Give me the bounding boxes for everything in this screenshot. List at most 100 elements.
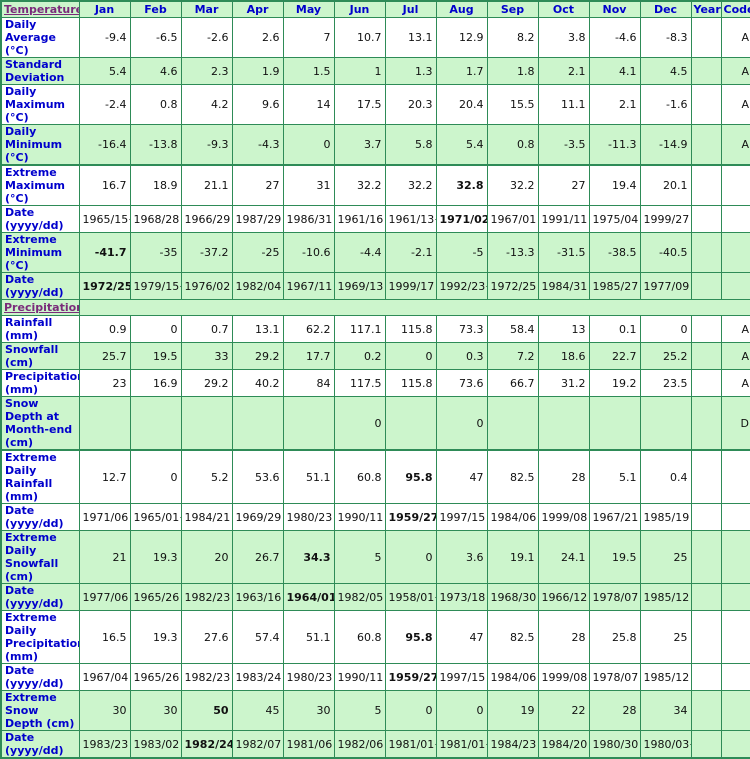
cell-rainfall-nov: 0.1 [588,315,641,343]
cell-extreme-snow-depth-date-oct: 1984/20 [537,730,590,759]
cell-standard-deviation-jul: 1.3 [384,57,437,85]
cell-extreme-daily-precipitation-jan: 16.5 [78,610,131,664]
section-title-text: Precipitation [4,301,79,314]
cell-extreme-daily-rainfall-date-feb: 1965/01+ [129,503,182,531]
cell-rainfall-aug: 73.3 [435,315,488,343]
cell-extreme-daily-snowfall-date-aug: 1973/18 [435,583,488,611]
table-row: Date (yyyy/dd)1965/15+1968/281966/291987… [0,205,750,233]
cell-extreme-daily-snowfall-date-sep: 1968/30 [486,583,539,611]
cell-snow-depth-month-end-jul [384,396,437,451]
cell-extreme-maximum-date-dec: 1999/27 [639,205,692,233]
cell-extreme-daily-rainfall-mar: 5.2 [180,449,233,504]
cell-standard-deviation-sep: 1.8 [486,57,539,85]
cell-daily-maximum-sep: 15.5 [486,84,539,125]
cell-extreme-daily-rainfall-date-year [690,503,722,531]
cell-extreme-daily-rainfall-date-sep: 1984/06 [486,503,539,531]
cell-extreme-minimum-date-may: 1967/11 [282,272,335,300]
column-header-nov[interactable]: Nov [588,0,641,18]
cell-extreme-daily-snowfall-date-may: 1964/01 [282,583,335,611]
column-header-apr[interactable]: Apr [231,0,284,18]
column-header-jun[interactable]: Jun [333,0,386,18]
cell-extreme-maximum-jun: 32.2 [333,164,386,206]
cell-standard-deviation-dec: 4.5 [639,57,692,85]
section-strip-precipitation [78,299,750,316]
column-header-may[interactable]: May [282,0,335,18]
cell-extreme-daily-precipitation-date-feb: 1965/26 [129,663,182,691]
cell-precipitation-apr: 40.2 [231,369,284,397]
cell-extreme-minimum-dec: -40.5 [639,232,692,273]
cell-extreme-snow-depth-code [720,690,750,731]
row-label-extreme-minimum: Extreme Minimum (°C) [0,232,80,273]
column-header-feb[interactable]: Feb [129,0,182,18]
cell-extreme-maximum-date-year [690,205,722,233]
cell-extreme-daily-snowfall-code [720,530,750,584]
cell-snowfall-jul: 0 [384,342,437,370]
column-header-mar[interactable]: Mar [180,0,233,18]
cell-extreme-daily-rainfall-date-jun: 1990/11 [333,503,386,531]
cell-precipitation-nov: 19.2 [588,369,641,397]
table-row: Rainfall (mm) 0.9 0 0.7 13.1 62.2 117.1 115.8 73… [0,315,750,343]
table-row: Extreme Minimum (°C) -41.7 -35 -37.2 -25 -10.… [0,232,750,273]
row-label-extreme-daily-rainfall: Extreme Daily Rainfall (mm) [0,449,80,504]
cell-standard-deviation-jan: 5.4 [78,57,131,85]
cell-standard-deviation-may: 1.5 [282,57,335,85]
cell-extreme-maximum-sep: 32.2 [486,164,539,206]
cell-extreme-daily-snowfall-date-dec: 1985/12 [639,583,692,611]
cell-extreme-daily-snowfall-mar: 20 [180,530,233,584]
column-header-year[interactable]: Year [690,0,722,18]
cell-extreme-minimum-date-code [720,272,750,300]
cell-extreme-daily-rainfall-aug: 47 [435,449,488,504]
cell-extreme-maximum-may: 31 [282,164,335,206]
cell-snow-depth-month-end-code: D [720,396,750,451]
cell-daily-minimum-feb: -13.8 [129,124,182,166]
cell-extreme-daily-precipitation-dec: 25 [639,610,692,664]
cell-daily-maximum-oct: 11.1 [537,84,590,125]
cell-daily-average-oct: 3.8 [537,17,590,58]
cell-extreme-maximum-jan: 16.7 [78,164,131,206]
cell-precipitation-mar: 29.2 [180,369,233,397]
cell-extreme-daily-precipitation-nov: 25.8 [588,610,641,664]
cell-daily-average-may: 7 [282,17,335,58]
row-label-daily-average: Daily Average (°C) [0,17,80,58]
cell-standard-deviation-nov: 4.1 [588,57,641,85]
table-row: Daily Maximum (°C) -2.4 0.8 4.2 9.6 14 17.5 20.… [0,84,750,125]
table-row: Extreme Daily Rainfall (mm) 12.7 0 5.2 53.6 5… [0,449,750,504]
cell-extreme-daily-precipitation-apr: 57.4 [231,610,284,664]
cell-daily-maximum-code: A [720,84,750,125]
column-header-aug[interactable]: Aug [435,0,488,18]
column-header-sep[interactable]: Sep [486,0,539,18]
cell-rainfall-feb: 0 [129,315,182,343]
cell-extreme-daily-snowfall-nov: 19.5 [588,530,641,584]
cell-precipitation-sep: 66.7 [486,369,539,397]
column-header-jul[interactable]: Jul [384,0,437,18]
cell-extreme-daily-snowfall-date-oct: 1966/12 [537,583,590,611]
cell-daily-maximum-nov: 2.1 [588,84,641,125]
table-row: Standard Deviation 5.4 4.6 2.3 1.9 1.5 1 1.3 1.7… [0,57,750,85]
cell-extreme-daily-rainfall-date-mar: 1984/21 [180,503,233,531]
cell-rainfall-jun: 117.1 [333,315,386,343]
cell-extreme-daily-rainfall-date-code [720,503,750,531]
cell-extreme-maximum-date-may: 1986/31 [282,205,335,233]
row-label-standard-deviation: Standard Deviation [0,57,80,85]
cell-extreme-daily-snowfall-jun: 5 [333,530,386,584]
cell-extreme-snow-depth-jun: 5 [333,690,386,731]
column-header-dec[interactable]: Dec [639,0,692,18]
cell-extreme-daily-precipitation-jun: 60.8 [333,610,386,664]
cell-extreme-maximum-mar: 21.1 [180,164,233,206]
column-header-oct[interactable]: Oct [537,0,590,18]
column-header-jan[interactable]: Jan [78,0,131,18]
cell-daily-maximum-apr: 9.6 [231,84,284,125]
cell-daily-average-nov: -4.6 [588,17,641,58]
row-label-extreme-snow-depth-date: Date (yyyy/dd) [0,730,80,759]
cell-extreme-daily-precipitation-date-aug: 1997/15 [435,663,488,691]
column-header-code[interactable]: Code [720,0,750,18]
cell-snow-depth-month-end-sep [486,396,539,451]
cell-extreme-daily-snowfall-date-nov: 1978/07 [588,583,641,611]
cell-snowfall-apr: 29.2 [231,342,284,370]
cell-extreme-minimum-oct: -31.5 [537,232,590,273]
cell-snowfall-year [690,342,722,370]
cell-snow-depth-month-end-nov [588,396,641,451]
cell-extreme-daily-precipitation-date-may: 1980/23 [282,663,335,691]
section-header-row-precipitation: Precipitation: [0,299,750,316]
cell-daily-maximum-mar: 4.2 [180,84,233,125]
